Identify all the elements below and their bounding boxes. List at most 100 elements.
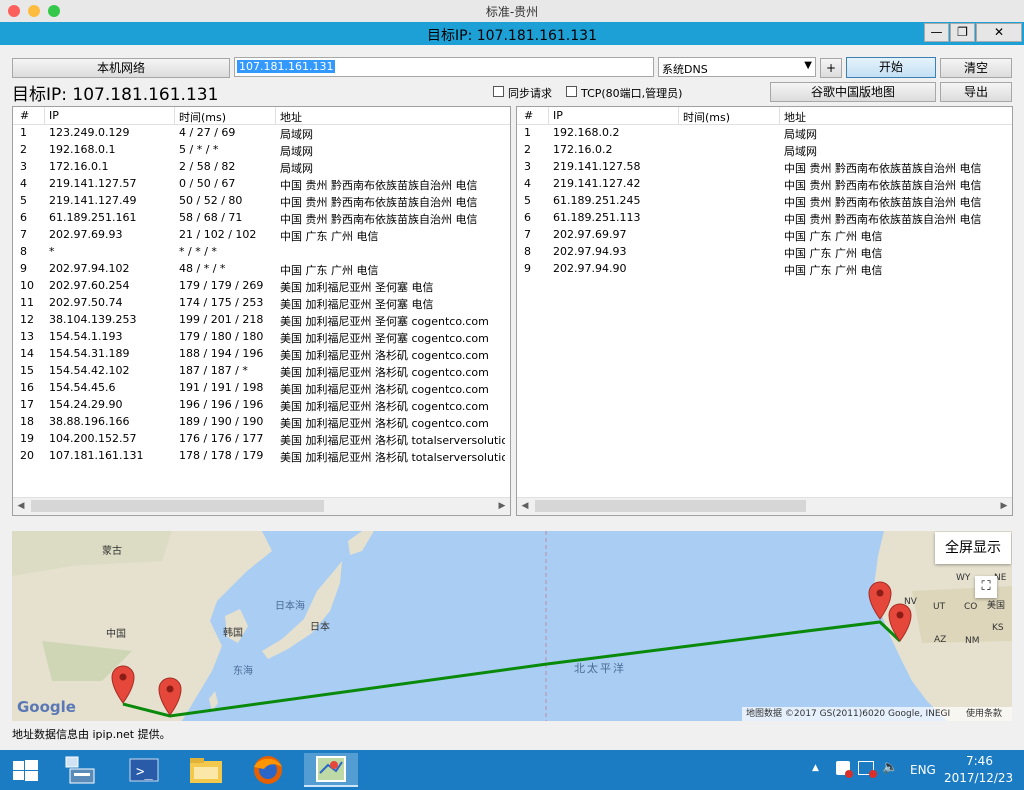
table-row[interactable]: 2 192.168.0.1 5 / * / * 局域网 [13,142,510,159]
clock-date[interactable]: 2017/12/23 [944,771,1013,785]
export-button[interactable]: 导出 [940,82,1012,102]
table-row[interactable]: 7 202.97.69.93 21 / 102 / 102 中国 广东 广州 电信 [13,227,510,244]
scroll-left-icon[interactable]: ◀ [13,498,29,515]
cell-ip: 202.97.94.102 [49,262,130,275]
cell-address: 局域网 [280,145,313,158]
start-windows-icon[interactable] [0,753,52,787]
close-icon[interactable]: ✕ [976,23,1022,42]
table-row[interactable]: 5 61.189.251.245 中国 贵州 黔西南布依族苗族自治州 电信 [517,193,1012,210]
table-row[interactable]: 11 202.97.50.74 174 / 175 / 253 美国 加利福尼亚州 圣… [13,295,510,312]
show-hidden-icons-icon[interactable]: ▲ [812,763,819,773]
table-row[interactable]: 19 104.200.152.57 176 / 176 / 177 美国 加利福尼亚州… [13,431,510,448]
fullscreen-display-button[interactable]: 全屏显示 [935,532,1011,564]
tcp-checkbox[interactable] [566,86,577,97]
table-row[interactable]: 1 192.168.0.2 局域网 [517,125,1012,142]
table-row[interactable]: 13 154.54.1.193 179 / 180 / 180 美国 加利福尼亚州 圣… [13,329,510,346]
minimize-icon[interactable]: — [924,23,949,42]
target-input-value: 107.181.161.131 [237,60,336,73]
table-row[interactable]: 9 202.97.94.90 中国 广东 广州 电信 [517,261,1012,278]
dns-select[interactable]: 系统DNS ▼ [658,57,816,77]
cell-address: 美国 加利福尼亚州 圣何塞 电信 [280,281,434,294]
table-row[interactable]: 8 * * / * / * [13,244,510,261]
cell-ip: 107.181.161.131 [49,449,144,462]
table-row[interactable]: 6 61.189.251.113 中国 贵州 黔西南布依族苗族自治州 电信 [517,210,1012,227]
table-row[interactable]: 5 219.141.127.49 50 / 52 / 80 中国 贵州 黔西南布依族苗… [13,193,510,210]
cell-ip: * [49,245,55,258]
scroll-thumb[interactable] [535,500,806,512]
table-row[interactable]: 16 154.54.45.6 191 / 191 / 198 美国 加利福尼亚州 洛杉… [13,380,510,397]
firefox-icon[interactable] [242,753,294,787]
cell-index: 1 [20,126,27,139]
table-header: # IP 时间(ms) 地址 [517,107,1012,125]
table-row[interactable]: 18 38.88.196.166 189 / 190 / 190 美国 加利福尼亚州 … [13,414,510,431]
cell-time: 188 / 194 / 196 [179,347,264,360]
table-row[interactable]: 1 123.249.0.129 4 / 27 / 69 局域网 [13,125,510,142]
table-row[interactable]: 14 154.54.31.189 188 / 194 / 196 美国 加利福尼亚州 … [13,346,510,363]
cell-ip: 104.200.152.57 [49,432,137,445]
table-row[interactable]: 4 219.141.127.57 0 / 50 / 67 中国 贵州 黔西南布依族苗族… [13,176,510,193]
table-row[interactable]: 7 202.97.69.97 中国 广东 广州 电信 [517,227,1012,244]
table-row[interactable]: 3 219.141.127.58 中国 贵州 黔西南布依族苗族自治州 电信 [517,159,1012,176]
cell-ip: 38.104.139.253 [49,313,137,326]
cell-time: 21 / 102 / 102 [179,228,257,241]
cell-ip: 61.189.251.161 [49,211,137,224]
table-row[interactable]: 10 202.97.60.254 179 / 179 / 269 美国 加利福尼亚州 … [13,278,510,295]
table-row[interactable]: 15 154.54.42.102 187 / 187 / * 美国 加利福尼亚州 洛杉… [13,363,510,380]
trace-table-left[interactable]: # IP 时间(ms) 地址 1 123.249.0.129 4 / 27 / 69… [12,106,511,516]
cell-address: 中国 贵州 黔西南布依族苗族自治州 电信 [784,213,982,226]
local-network-button[interactable]: 本机网络 [12,58,230,78]
sync-request-checkbox[interactable] [493,86,504,97]
chevron-down-icon: ▼ [804,60,812,71]
file-explorer-icon[interactable] [180,753,232,787]
action-center-flag-icon[interactable] [836,761,853,778]
horizontal-scrollbar[interactable]: ◀ ▶ [13,497,510,515]
volume-muted-icon[interactable]: 🔈 [882,760,898,775]
window-titlebar: 目标IP: 107.181.161.131 — ❐ ✕ [0,22,1024,45]
restore-icon[interactable]: ❐ [950,23,975,42]
add-button[interactable]: + [820,58,842,78]
table-row[interactable]: 12 38.104.139.253 199 / 201 / 218 美国 加利福尼亚州… [13,312,510,329]
start-button[interactable]: 开始 [846,57,936,78]
scroll-left-icon[interactable]: ◀ [517,498,533,515]
clear-button[interactable]: 清空 [940,58,1012,78]
table-row[interactable]: 3 172.16.0.1 2 / 58 / 82 局域网 [13,159,510,176]
table-row[interactable]: 4 219.141.127.42 中国 贵州 黔西南布依族苗族自治州 电信 [517,176,1012,193]
cell-address: 中国 贵州 黔西南布依族苗族自治州 电信 [784,196,982,209]
table-row[interactable]: 2 172.16.0.2 局域网 [517,142,1012,159]
google-map-button[interactable]: 谷歌中国版地图 [770,82,936,102]
server-manager-icon[interactable] [54,753,106,787]
scroll-thumb[interactable] [31,500,324,512]
trace-table-right[interactable]: # IP 时间(ms) 地址 1 192.168.0.2 局域网 2 172.16.0.… [516,106,1013,516]
cell-ip: 154.54.45.6 [49,381,116,394]
cell-ip: 192.168.0.2 [553,126,620,139]
clock-time[interactable]: 7:46 [966,754,993,768]
table-row[interactable]: 6 61.189.251.161 58 / 68 / 71 中国 贵州 黔西南布依族苗… [13,210,510,227]
cell-index: 14 [20,347,34,360]
cell-ip: 202.97.69.97 [553,228,627,241]
map-terms-link[interactable]: 使用条款 [966,707,1002,721]
target-input[interactable]: 107.181.161.131 [234,57,654,77]
cell-address: 局域网 [784,128,817,141]
map-attribution-bar: 地图数据 ©2017 GS(2011)6020 Google, INEGI 使用… [742,707,1012,721]
expand-icon[interactable]: ⛶ [975,576,997,598]
table-row[interactable]: 9 202.97.94.102 48 / * / * 中国 广东 广州 电信 [13,261,510,278]
cell-ip: 172.16.0.1 [49,160,109,173]
table-row[interactable]: 8 202.97.94.93 中国 广东 广州 电信 [517,244,1012,261]
network-status-icon[interactable] [858,761,877,778]
scroll-right-icon[interactable]: ▶ [996,498,1012,515]
map-label-mongolia: 蒙古 [102,546,122,557]
table-row[interactable]: 17 154.24.29.90 196 / 196 / 196 美国 加利福尼亚州 洛… [13,397,510,414]
cell-time: 187 / 187 / * [179,364,248,377]
besttrace-app-icon[interactable] [304,753,358,787]
scroll-right-icon[interactable]: ▶ [494,498,510,515]
language-indicator[interactable]: ENG [910,763,936,777]
cell-address: 美国 加利福尼亚州 洛杉矶 cogentco.com [280,349,489,362]
powershell-icon[interactable]: >_ [118,753,170,787]
table-row[interactable]: 20 107.181.161.131 178 / 178 / 179 美国 加利福尼亚… [13,448,510,465]
route-map[interactable]: 蒙古 中国 日本海 日本 韩国 东海 北太平洋 美国 WY UT NV CO A… [12,531,1012,721]
cell-ip: 172.16.0.2 [553,143,613,156]
us-west-shade [912,586,1012,643]
horizontal-scrollbar[interactable]: ◀ ▶ [517,497,1012,515]
cell-time: 191 / 191 / 198 [179,381,264,394]
taiwan-land [209,691,218,711]
